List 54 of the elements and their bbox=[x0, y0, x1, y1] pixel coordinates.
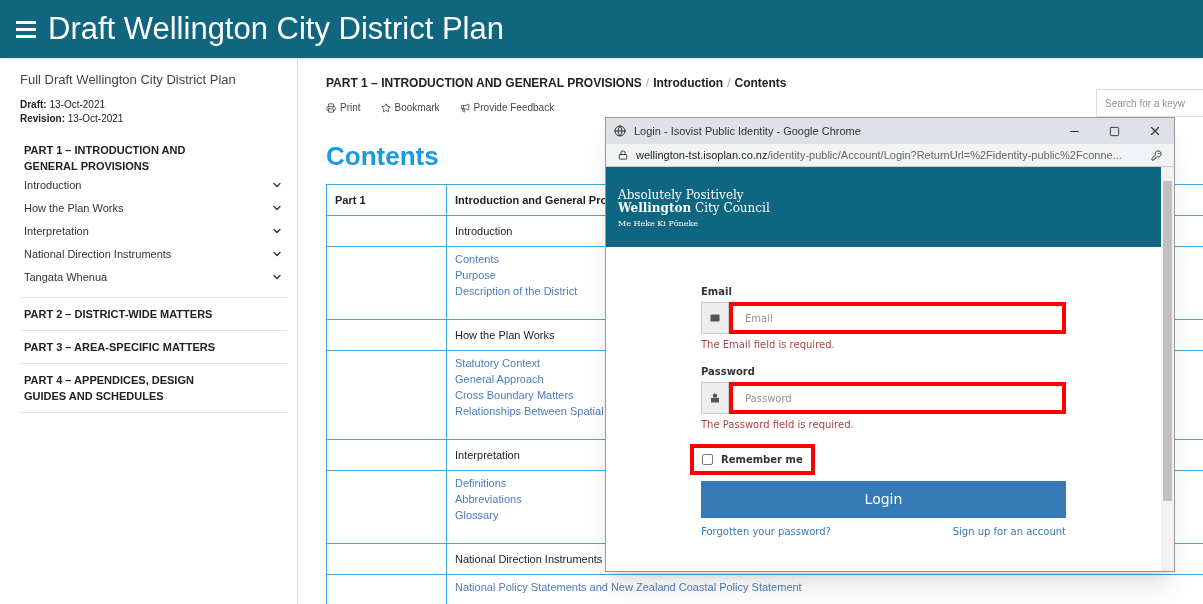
part-link[interactable]: PART 3 – AREA-SPECIFIC MATTERS bbox=[20, 338, 225, 355]
action-link[interactable]: Bookmark bbox=[380, 100, 440, 115]
maximize-icon[interactable] bbox=[1109, 125, 1120, 137]
input-field[interactable]: Email bbox=[729, 302, 1066, 334]
section-item[interactable]: National Direction Instruments bbox=[20, 242, 287, 266]
scrollbar[interactable] bbox=[1161, 167, 1174, 571]
part-link[interactable]: PART 4 – APPENDICES, DESIGN GUIDES AND SCHEDULES bbox=[20, 371, 225, 404]
table-cell: Introduction bbox=[455, 225, 513, 237]
url-text: wellington-tst.isoplan.co.nz/identity-public/Account/Login?ReturnUrl=%2Fidentity-public%2Fconne... bbox=[636, 148, 1122, 161]
action-link[interactable]: Provide Feedback bbox=[459, 100, 555, 115]
window-title: Login - Isovist Public Identity - Google Chrome bbox=[634, 123, 862, 139]
section-item[interactable]: How the Plan Works bbox=[20, 196, 287, 220]
feedback-icon bbox=[459, 102, 470, 113]
address-bar[interactable]: wellington-tst.isoplan.co.nz/identity-public/Account/Login?ReturnUrl=%2Fidentity-public%2Fconne... bbox=[606, 144, 1174, 167]
print-icon bbox=[326, 102, 336, 113]
table-cell: Part 1 bbox=[335, 194, 366, 206]
breadcrumb-link[interactable]: PART 1 – INTRODUCTION AND GENERAL PROVISIONS bbox=[326, 74, 642, 92]
key-icon bbox=[1151, 149, 1162, 161]
field-label: Password bbox=[701, 365, 756, 379]
table-cell: How the Plan Works bbox=[455, 329, 555, 341]
field-label: Email bbox=[701, 285, 733, 299]
globe-icon bbox=[614, 125, 626, 137]
council-logo: Absolutely Positively Wellington City Council Me Heke Ki Pōneke bbox=[618, 189, 770, 230]
section-item[interactable]: Introduction bbox=[20, 173, 287, 197]
breadcrumb-separator: / bbox=[727, 75, 731, 92]
input-field[interactable]: Password bbox=[729, 382, 1066, 414]
section-item[interactable]: Interpretation bbox=[20, 219, 287, 243]
meta-line: Revision: 13-Oct-2021 bbox=[20, 111, 125, 126]
site-title: Draft Wellington City District Plan bbox=[48, 9, 504, 48]
menu-icon[interactable] bbox=[16, 20, 36, 38]
action-link[interactable]: Print bbox=[326, 100, 361, 115]
breadcrumb-separator: / bbox=[645, 75, 650, 92]
checkbox[interactable] bbox=[702, 454, 713, 465]
part-link[interactable]: PART 2 – DISTRICT-WIDE MATTERS bbox=[20, 305, 225, 322]
breadcrumb-link[interactable]: Introduction bbox=[653, 74, 724, 92]
remember-label: Remember me bbox=[721, 453, 803, 467]
login-button[interactable]: Login bbox=[701, 481, 1066, 518]
text-link[interactable]: Forgotten your password? bbox=[701, 524, 831, 539]
text-link[interactable]: Sign up for an account bbox=[952, 524, 1066, 539]
bookmark-icon bbox=[380, 102, 391, 113]
table-cell: National Direction Instruments bbox=[455, 553, 603, 565]
lock-icon bbox=[618, 150, 628, 160]
close-icon[interactable] bbox=[1148, 124, 1162, 138]
table-cell: Interpretation bbox=[455, 449, 520, 461]
meta-line: Draft: 13-Oct-2021 bbox=[20, 97, 107, 112]
part-link[interactable]: PART 1 – INTRODUCTION AND GENERAL PROVISIONS bbox=[20, 141, 225, 174]
sidebar-title: Full Draft Wellington City District Plan bbox=[20, 71, 237, 89]
error-message: The Email field is required. bbox=[701, 338, 836, 352]
breadcrumb-link[interactable]: Contents bbox=[734, 74, 787, 92]
lock-icon bbox=[709, 392, 721, 404]
contents-link[interactable]: National Policy Statements and New Zealand Coastal Policy Statement bbox=[455, 579, 1198, 595]
page-heading: Contents bbox=[326, 140, 439, 173]
section-item[interactable]: Tangata Whenua bbox=[20, 265, 287, 289]
error-message: The Password field is required. bbox=[701, 418, 855, 432]
